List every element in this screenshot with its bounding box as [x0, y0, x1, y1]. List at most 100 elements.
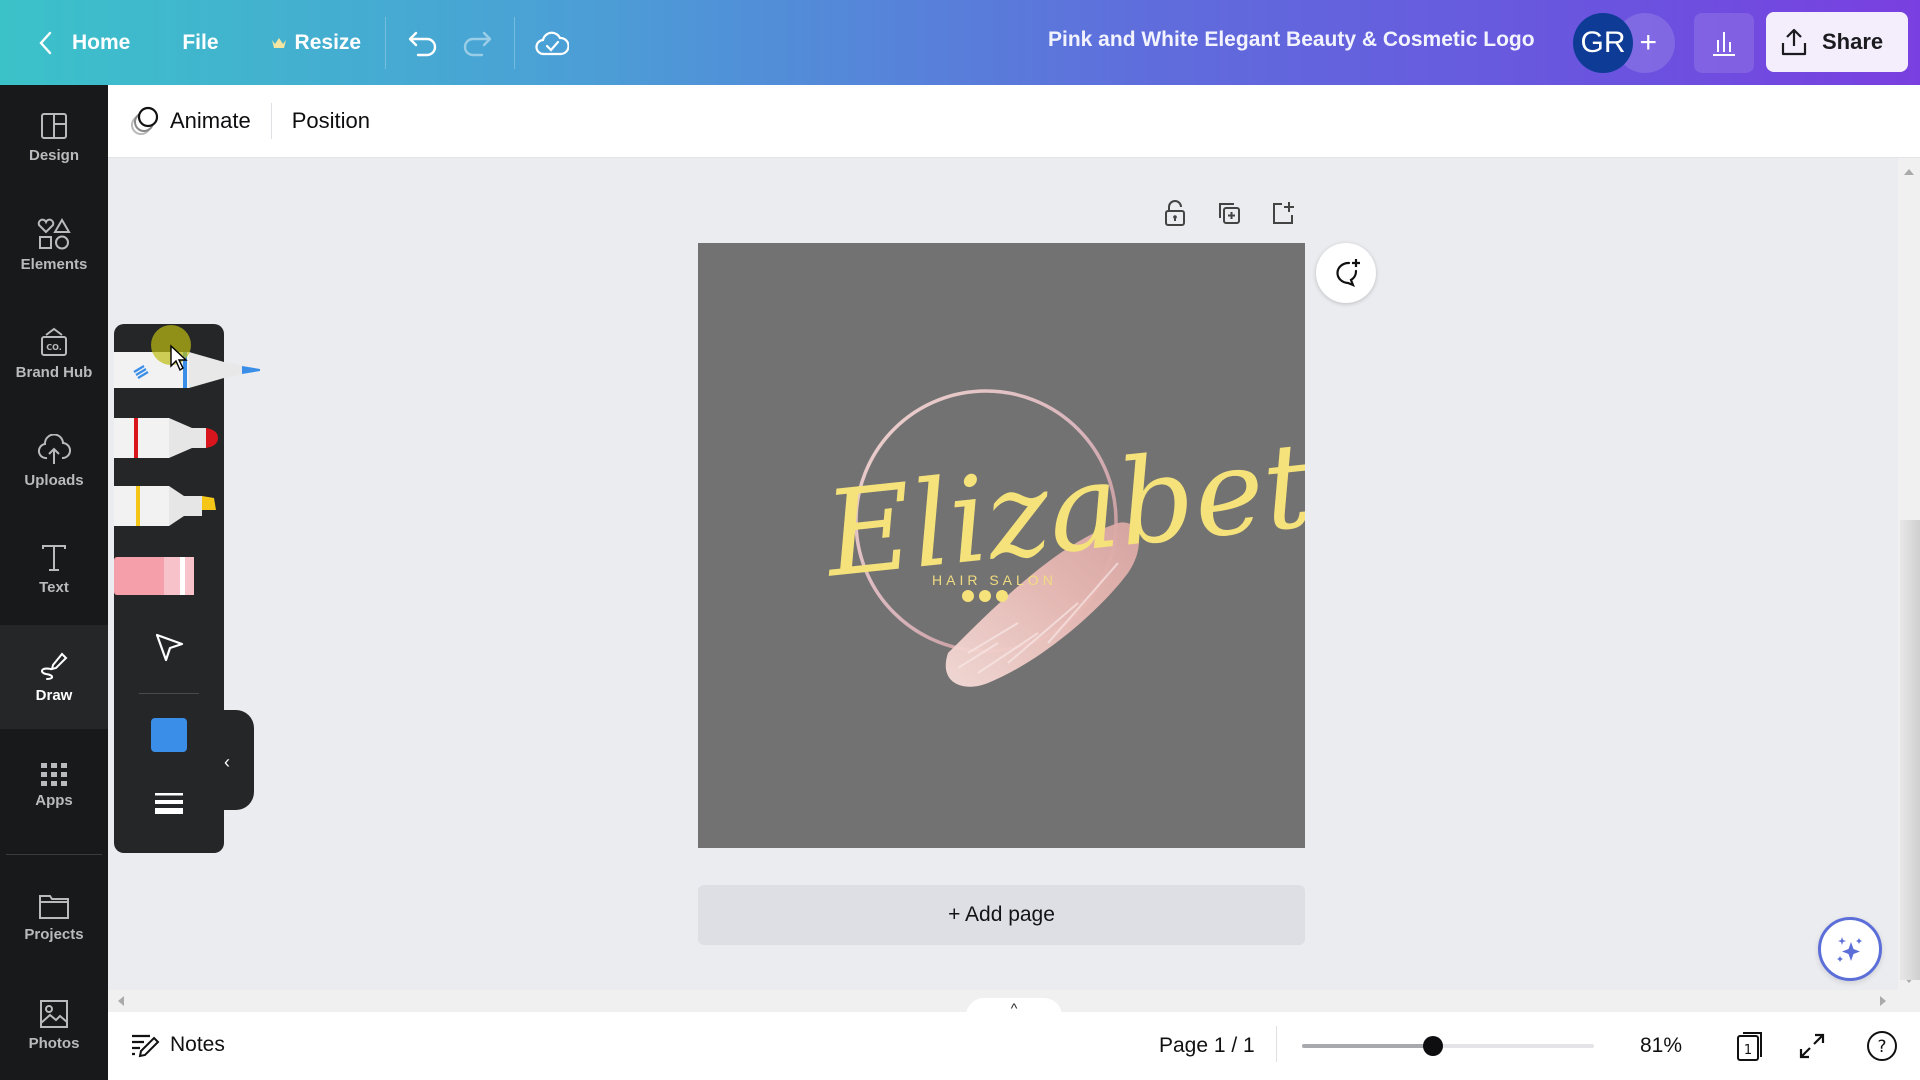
- sidebar-label: Projects: [24, 925, 84, 943]
- crown-icon: [271, 37, 286, 48]
- sidebar-item-elements[interactable]: Elements: [0, 193, 108, 297]
- expand-icon: [1799, 1033, 1825, 1059]
- sidebar-label: Text: [39, 578, 69, 596]
- share-button[interactable]: Share: [1766, 12, 1908, 72]
- color-swatch[interactable]: [151, 718, 187, 752]
- notes-icon: [132, 1034, 160, 1058]
- sidebar-label: Elements: [20, 255, 88, 273]
- sidebar-item-draw[interactable]: Draw: [0, 625, 108, 729]
- resize-label: Resize: [294, 30, 362, 54]
- insights-button[interactable]: [1694, 13, 1754, 73]
- left-sidebar: Design Elements CO. Brand Hub Uploads Te…: [0, 85, 108, 1080]
- sidebar-label: Photos: [28, 1034, 80, 1052]
- marker-tool[interactable]: [114, 416, 224, 460]
- add-page-icon: [1273, 202, 1294, 224]
- help-symbol: ?: [1877, 1037, 1886, 1057]
- redo-button[interactable]: [450, 19, 504, 67]
- home-button[interactable]: Home: [22, 19, 144, 67]
- folder-icon: [39, 894, 69, 919]
- divider: [6, 854, 102, 855]
- sidebar-item-design[interactable]: Design: [0, 85, 108, 189]
- add-page-top-button[interactable]: [1268, 198, 1298, 228]
- highlighter-tool[interactable]: [114, 484, 224, 528]
- stroke-weight-icon[interactable]: [155, 793, 183, 815]
- pages-icon: 1: [1737, 1032, 1762, 1061]
- avatar[interactable]: GR: [1573, 13, 1633, 73]
- share-upload-icon: [1781, 28, 1807, 56]
- draw-tools-panel: [114, 324, 260, 853]
- file-menu-button[interactable]: File: [168, 19, 232, 67]
- zoom-slider-fill: [1302, 1044, 1434, 1048]
- layout-icon: [41, 112, 67, 139]
- zoom-slider-handle[interactable]: [1423, 1036, 1444, 1056]
- svg-text:CO.: CO.: [46, 343, 62, 352]
- scroll-right-icon[interactable]: [1878, 995, 1888, 1007]
- chevron-left-icon: [39, 31, 52, 54]
- context-toolbar: Animate Position: [108, 85, 1920, 158]
- sidebar-item-photos[interactable]: Photos: [0, 973, 108, 1077]
- animate-icon: [131, 106, 159, 135]
- share-label: Share: [1822, 29, 1884, 54]
- magic-assistant-button[interactable]: [1818, 917, 1882, 981]
- design-title[interactable]: Pink and White Elegant Beauty & Cosmetic…: [1048, 28, 1535, 52]
- duplicate-icon: [1219, 203, 1240, 224]
- sidebar-item-apps[interactable]: Apps: [0, 733, 108, 837]
- fullscreen-button[interactable]: [1796, 1030, 1828, 1062]
- page-grid-button[interactable]: 1: [1734, 1030, 1766, 1062]
- zoom-slider[interactable]: [1302, 1036, 1594, 1056]
- brand-hub-icon: CO.: [41, 327, 67, 356]
- sidebar-item-uploads[interactable]: Uploads: [0, 409, 108, 513]
- divider: [385, 16, 387, 69]
- shapes-icon: [37, 217, 71, 249]
- scroll-up-icon[interactable]: [1903, 168, 1915, 176]
- add-comment-button[interactable]: [1316, 243, 1376, 303]
- duplicate-page-button[interactable]: [1214, 198, 1244, 228]
- page-count-badge: 1: [1744, 1043, 1752, 1058]
- scroll-left-icon[interactable]: [116, 995, 126, 1007]
- divider: [1276, 1026, 1277, 1062]
- unlock-icon: [1165, 200, 1185, 226]
- sidebar-label: Draw: [35, 686, 73, 704]
- scrollbar-thumb[interactable]: [1900, 520, 1920, 980]
- help-button[interactable]: ?: [1866, 1030, 1898, 1062]
- design-page[interactable]: Elizabeth HAIR SALON: [698, 243, 1393, 848]
- sidebar-item-text[interactable]: Text: [0, 517, 108, 621]
- logo-tagline: HAIR SALON: [932, 572, 1057, 588]
- lock-button[interactable]: [1160, 198, 1190, 228]
- animate-button[interactable]: Animate: [108, 98, 271, 144]
- bar-chart-icon: [1713, 32, 1735, 56]
- apps-grid-icon: [41, 762, 67, 786]
- divider: [139, 693, 199, 694]
- logo-dot: [996, 590, 1008, 602]
- sidebar-item-brand-hub[interactable]: CO. Brand Hub: [0, 301, 108, 405]
- divider: [514, 16, 516, 69]
- resize-button[interactable]: Resize: [257, 19, 376, 67]
- add-page-button[interactable]: + Add page: [698, 885, 1305, 945]
- text-icon: [42, 544, 66, 571]
- pen-tool[interactable]: [114, 348, 264, 392]
- logo-name: Elizabeth: [817, 408, 1305, 604]
- cloud-check-icon: [535, 31, 570, 55]
- top-header: Home File Resize Pink and White Elegant …: [0, 0, 1920, 85]
- position-button[interactable]: Position: [272, 98, 390, 144]
- cloud-save-status[interactable]: [525, 19, 579, 67]
- home-label: Home: [72, 30, 131, 54]
- sidebar-label: Uploads: [24, 471, 84, 489]
- undo-button[interactable]: [396, 19, 450, 67]
- collapse-panel-button[interactable]: ‹: [224, 752, 230, 773]
- logo-dot: [962, 590, 974, 602]
- mouse-pointer-icon: [170, 344, 188, 372]
- cloud-upload-icon: [37, 433, 71, 464]
- sparkles-icon: [1837, 937, 1862, 962]
- notes-label: Notes: [170, 1033, 225, 1056]
- draw-icon: [41, 652, 68, 680]
- sidebar-item-projects[interactable]: Projects: [0, 865, 108, 969]
- eraser-tool[interactable]: [114, 554, 214, 598]
- page-tools: [1160, 198, 1298, 228]
- notes-button[interactable]: Notes: [130, 1032, 225, 1058]
- panel-tab: [214, 710, 254, 810]
- logo-artwork[interactable]: Elizabeth HAIR SALON: [698, 243, 1393, 848]
- page-indicator[interactable]: Page 1 / 1: [1159, 1034, 1255, 1058]
- select-tool[interactable]: [152, 630, 186, 664]
- zoom-level[interactable]: 81%: [1640, 1034, 1682, 1058]
